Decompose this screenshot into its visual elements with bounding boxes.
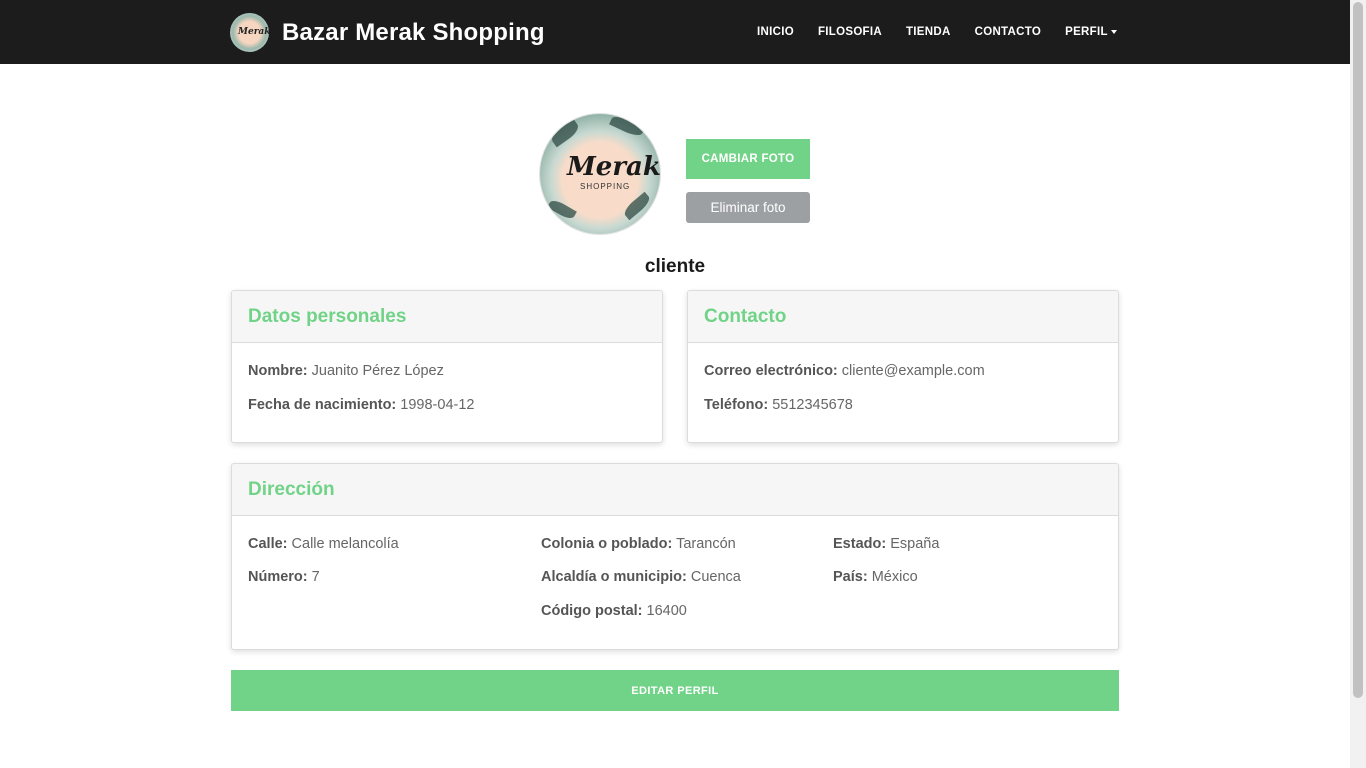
- field-label: Código postal:: [541, 603, 643, 619]
- field-street: Calle: Calle melancolía: [248, 536, 399, 552]
- field-value: México: [871, 569, 918, 585]
- personal-data-card: Datos personales Nombre: Juanito Pérez L…: [231, 290, 663, 443]
- field-colony: Colonia o poblado: Tarancón: [541, 536, 736, 552]
- edit-profile-button[interactable]: EDITAR PERFIL: [231, 670, 1119, 711]
- field-value: 5512345678: [772, 397, 853, 413]
- field-email: Correo electrónico: cliente@example.com: [704, 363, 985, 379]
- brand[interactable]: Merak Bazar Merak Shopping: [230, 13, 545, 52]
- field-value: España: [890, 536, 940, 552]
- page-scrollbar[interactable]: [1350, 0, 1366, 768]
- field-label: Colonia o poblado:: [541, 536, 673, 552]
- avatar-leaf-decoration: [609, 114, 645, 139]
- caret-down-icon: [1110, 29, 1117, 34]
- nav-link-contacto[interactable]: CONTACTO: [975, 26, 1042, 38]
- field-zip: Código postal: 16400: [541, 603, 687, 619]
- nav-link-inicio[interactable]: INICIO: [757, 26, 794, 38]
- brand-logo-text: Merak: [238, 27, 269, 37]
- field-label: País:: [833, 569, 868, 585]
- avatar-logo-subtext: SHOPPING: [580, 182, 631, 191]
- field-label: Fecha de nacimiento:: [248, 397, 397, 413]
- field-value: 1998-04-12: [400, 397, 475, 413]
- field-value: Calle melancolía: [291, 536, 399, 552]
- field-country: País: México: [833, 569, 918, 585]
- avatar-logo-text: Merak: [567, 152, 660, 182]
- card-title: Dirección: [248, 478, 335, 500]
- card-title: Contacto: [704, 305, 787, 327]
- field-value: 16400: [646, 603, 687, 619]
- nav-links: INICIO FILOSOFIA TIENDA CONTACTO PERFIL: [745, 0, 1129, 64]
- field-municipality: Alcaldía o municipio: Cuenca: [541, 569, 741, 585]
- field-value: Cuenca: [690, 569, 741, 585]
- nav-link-perfil-dropdown[interactable]: PERFIL: [1065, 26, 1117, 38]
- card-header: Dirección: [232, 464, 1118, 516]
- card-header: Contacto: [688, 291, 1118, 343]
- field-phone: Teléfono: 5512345678: [704, 397, 853, 413]
- change-photo-button[interactable]: CAMBIAR FOTO: [686, 139, 810, 179]
- field-label: Teléfono:: [704, 397, 769, 413]
- card-title: Datos personales: [248, 305, 407, 327]
- field-label: Número:: [248, 569, 308, 585]
- field-state: Estado: España: [833, 536, 939, 552]
- field-label: Correo electrónico:: [704, 363, 838, 379]
- delete-photo-button[interactable]: Eliminar foto: [686, 192, 810, 223]
- profile-username: cliente: [644, 256, 706, 277]
- field-value: Juanito Pérez López: [311, 363, 444, 379]
- top-navbar: Merak Bazar Merak Shopping INICIO FILOSO…: [0, 0, 1350, 64]
- field-value: cliente@example.com: [841, 363, 985, 379]
- avatar-leaf-decoration: [547, 197, 577, 222]
- nav-link-tienda[interactable]: TIENDA: [906, 26, 951, 38]
- field-label: Estado:: [833, 536, 887, 552]
- brand-name[interactable]: Bazar Merak Shopping: [282, 19, 545, 47]
- field-name: Nombre: Juanito Pérez López: [248, 363, 444, 379]
- field-label: Nombre:: [248, 363, 308, 379]
- nav-link-filosofia[interactable]: FILOSOFIA: [818, 26, 882, 38]
- nav-link-perfil-label: PERFIL: [1065, 26, 1108, 38]
- field-label: Alcaldía o municipio:: [541, 569, 687, 585]
- field-value: 7: [311, 569, 320, 585]
- field-birthdate: Fecha de nacimiento: 1998-04-12: [248, 397, 474, 413]
- field-value: Tarancón: [676, 536, 736, 552]
- field-number: Número: 7: [248, 569, 320, 585]
- address-card: Dirección Calle: Calle melancolía Número…: [231, 463, 1119, 650]
- card-header: Datos personales: [232, 291, 662, 343]
- contact-card: Contacto Correo electrónico: cliente@exa…: [687, 290, 1119, 443]
- field-label: Calle:: [248, 536, 288, 552]
- profile-avatar: Merak SHOPPING: [540, 114, 660, 234]
- avatar-leaf-decoration: [621, 191, 653, 221]
- avatar-leaf-decoration: [548, 118, 582, 148]
- brand-logo-icon[interactable]: Merak: [230, 13, 269, 52]
- scrollbar-thumb[interactable]: [1353, 2, 1363, 698]
